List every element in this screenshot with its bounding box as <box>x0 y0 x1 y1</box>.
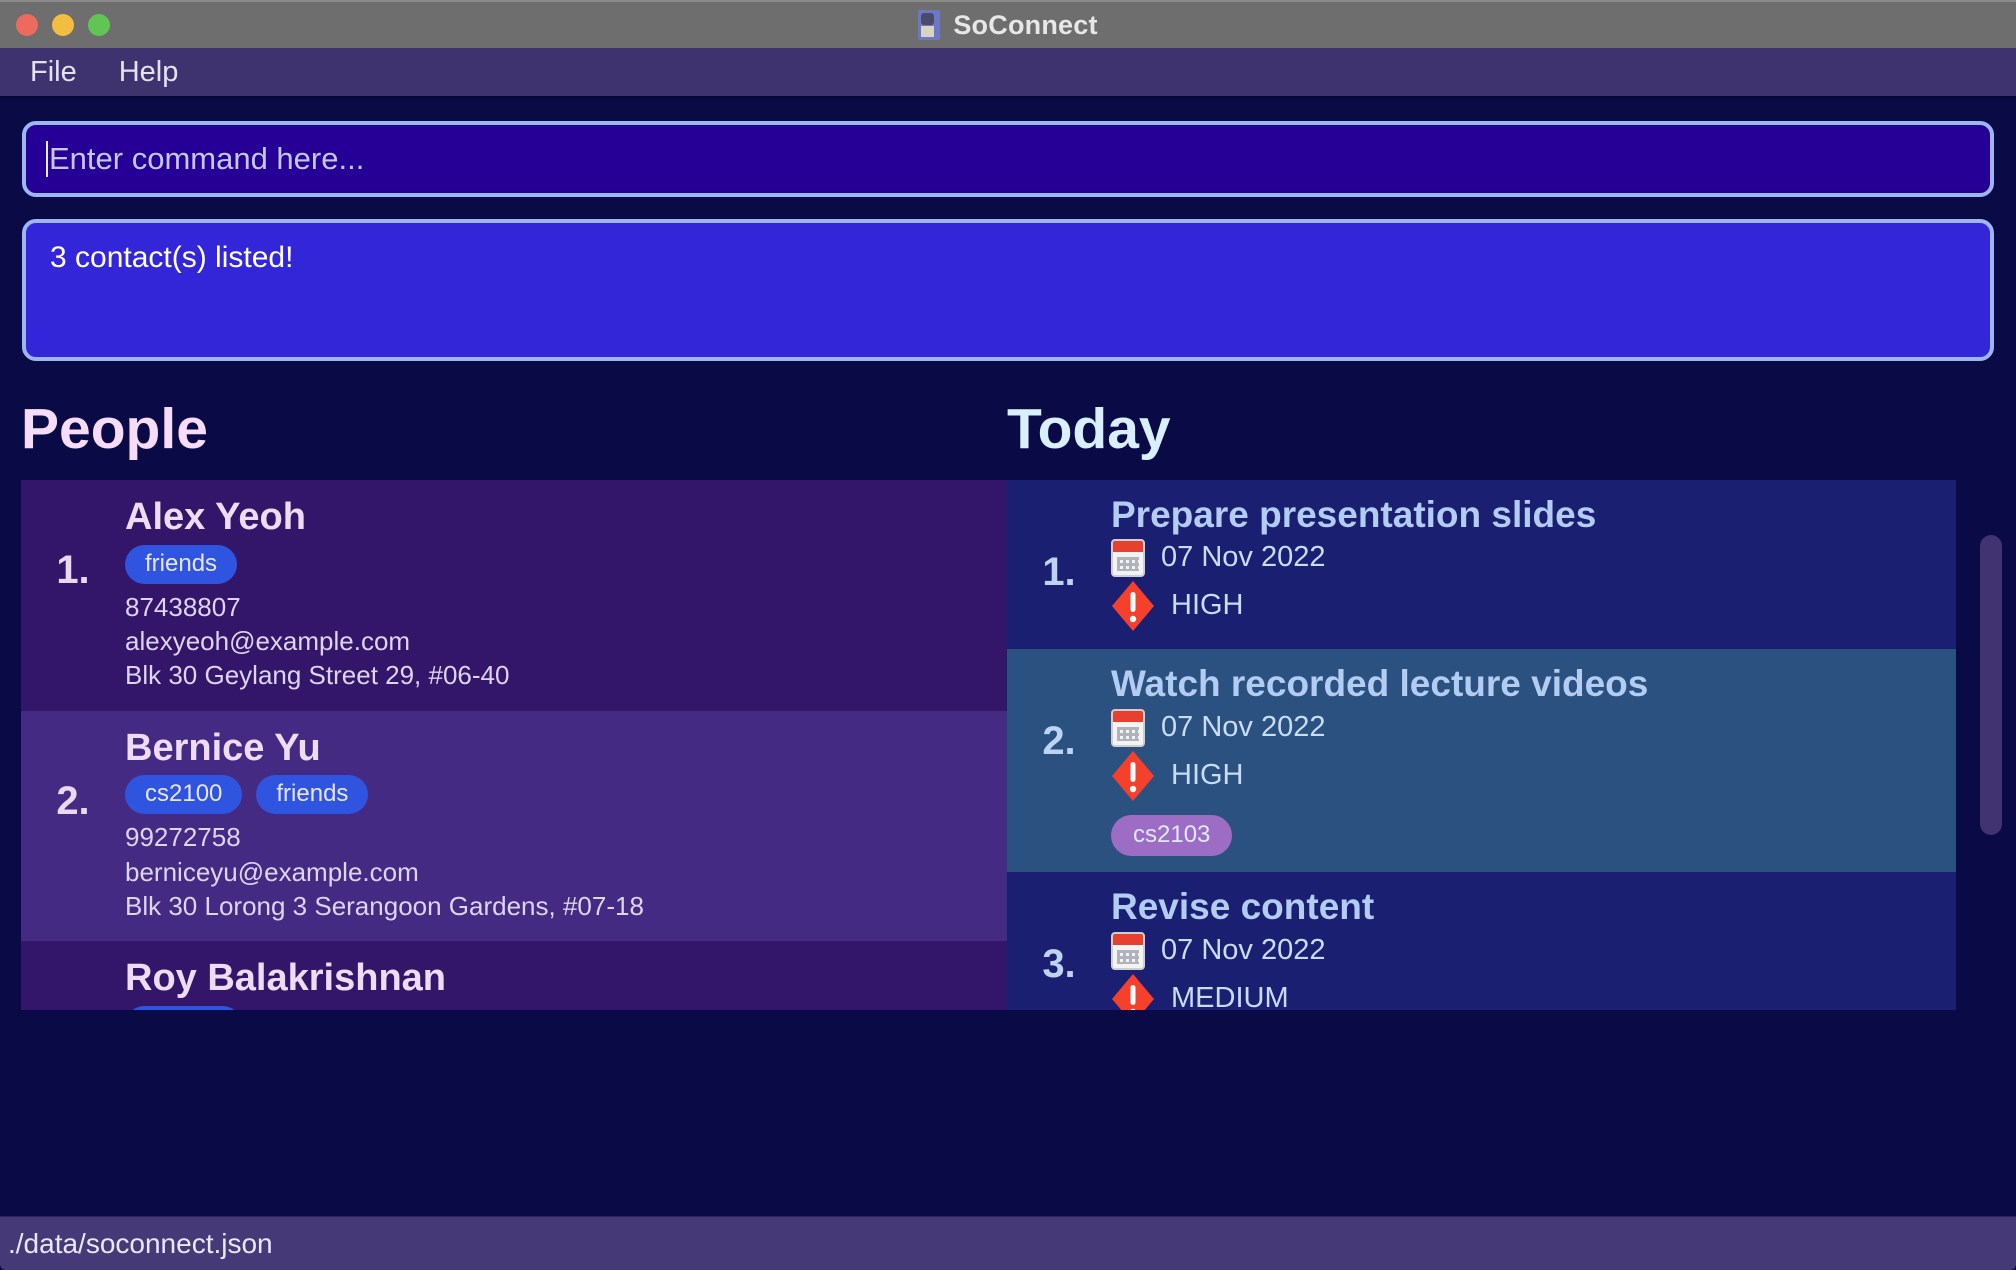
task-card[interactable]: 2. Watch recorded lecture videos 07 Nov … <box>1007 649 1956 873</box>
contact-tag[interactable]: friends <box>125 544 238 584</box>
contact-card[interactable]: 3. Roy Balakrishnan cs2100 92624417 royb… <box>21 941 1007 1010</box>
task-date-row: 07 Nov 2022 <box>1111 931 1936 970</box>
contact-tag[interactable]: cs2100 <box>125 1005 243 1010</box>
task-details: Watch recorded lecture videos 07 Nov 202… <box>1111 663 1956 857</box>
window-title-group: SoConnect <box>918 10 1097 41</box>
contact-tag-row: cs2100 friends <box>125 775 991 815</box>
contact-address: Blk 30 Geylang Street 29, #06-40 <box>125 660 510 691</box>
task-priority: HIGH <box>1171 589 1244 622</box>
contact-details: Bernice Yu cs2100 friends 99272758 berni… <box>125 727 1007 924</box>
contact-tag[interactable]: cs2100 <box>125 775 243 815</box>
address-book-icon <box>918 10 941 40</box>
today-heading: Today <box>1007 397 1171 461</box>
exclamation-icon <box>1111 749 1155 803</box>
contact-name: Bernice Yu <box>125 726 321 769</box>
scrollbar-thumb[interactable] <box>1980 535 2002 835</box>
contact-tag[interactable]: friends <box>256 775 369 815</box>
contact-phone: 99272758 <box>125 822 241 853</box>
people-list[interactable]: 1. Alex Yeoh friends 87438807 alexyeoh@e… <box>21 480 1007 1010</box>
exclamation-icon <box>1111 972 1155 1010</box>
contact-tag-row: friends <box>125 544 991 584</box>
task-priority: HIGH <box>1171 758 1244 791</box>
status-file-path: ./data/soconnect.json <box>8 1227 273 1259</box>
application-window: SoConnect File Help Enter command here..… <box>0 0 2016 1270</box>
minimize-button[interactable] <box>52 14 74 36</box>
task-title: Prepare presentation slides <box>1111 494 1597 535</box>
contact-tag-row: cs2100 <box>125 1005 991 1010</box>
menu-item-file[interactable]: File <box>30 56 77 89</box>
status-bar: ./data/soconnect.json <box>0 1216 2016 1270</box>
maximize-button[interactable] <box>88 14 110 36</box>
panels-container: People 1. Alex Yeoh friends 87438807 ale… <box>0 401 2016 1061</box>
contact-phone: 87438807 <box>125 591 241 622</box>
calendar-icon <box>1111 539 1145 578</box>
result-display-box: 3 contact(s) listed! <box>22 219 1994 361</box>
title-bar: SoConnect <box>0 0 2016 48</box>
contact-index: 1. <box>56 548 90 592</box>
main-content: Enter command here... 3 contact(s) liste… <box>0 121 2016 1239</box>
menu-bar: File Help <box>0 48 2016 98</box>
people-panel: People 1. Alex Yeoh friends 87438807 ale… <box>0 401 1007 1061</box>
calendar-icon <box>1111 931 1145 970</box>
task-details: Revise content 07 Nov 2022 MEDIUM <box>1111 886 1956 1010</box>
task-card[interactable]: 3. Revise content 07 Nov 2022 MEDIUM <box>1007 872 1956 1010</box>
result-message: 3 contact(s) listed! <box>50 241 294 274</box>
task-priority: MEDIUM <box>1171 981 1289 1010</box>
calendar-icon <box>1111 708 1145 747</box>
contact-index: 3. <box>21 957 125 1010</box>
text-caret <box>46 141 48 177</box>
task-date: 07 Nov 2022 <box>1161 933 1326 966</box>
window-title: SoConnect <box>953 9 1098 40</box>
task-title: Watch recorded lecture videos <box>1111 663 1649 705</box>
task-priority-row: HIGH <box>1111 749 1936 803</box>
task-title: Revise content <box>1111 886 1375 928</box>
task-details: Prepare presentation slides 07 Nov 2022 … <box>1111 494 1956 633</box>
task-date: 07 Nov 2022 <box>1161 541 1326 574</box>
today-panel: Today 1. Prepare presentation slides 07 … <box>1007 401 2016 1061</box>
contact-card[interactable]: 2. Bernice Yu cs2100 friends 99272758 be… <box>21 710 1007 942</box>
today-scrollbar[interactable] <box>1980 521 2002 1051</box>
task-priority-row: MEDIUM <box>1111 972 1936 1010</box>
contact-details: Alex Yeoh friends 87438807 alexyeoh@exam… <box>125 496 1007 693</box>
contact-email: berniceyu@example.com <box>125 856 419 887</box>
close-button[interactable] <box>16 14 38 36</box>
people-heading: People <box>21 397 208 461</box>
task-date: 07 Nov 2022 <box>1161 710 1326 743</box>
today-task-list[interactable]: 1. Prepare presentation slides 07 Nov 20… <box>1007 480 1956 1010</box>
task-date-row: 07 Nov 2022 <box>1111 539 1936 578</box>
contact-name: Alex Yeoh <box>125 496 306 538</box>
task-index: 2. <box>1042 719 1076 764</box>
window-controls <box>16 2 110 48</box>
command-input-placeholder: Enter command here... <box>49 141 365 176</box>
task-tag[interactable]: cs2103 <box>1111 814 1233 857</box>
contact-email: alexyeoh@example.com <box>125 626 411 657</box>
contact-index: 2. <box>56 778 90 823</box>
task-tag-row: cs2103 <box>1111 814 1936 857</box>
contact-name: Roy Balakrishnan <box>125 957 446 1000</box>
contact-card[interactable]: 1. Alex Yeoh friends 87438807 alexyeoh@e… <box>21 480 1007 711</box>
command-input[interactable]: Enter command here... <box>22 121 1994 197</box>
exclamation-icon <box>1111 579 1155 633</box>
task-priority-row: HIGH <box>1111 579 1936 633</box>
task-index: 1. <box>1042 550 1076 594</box>
task-index: 3. <box>1042 942 1076 987</box>
menu-item-help[interactable]: Help <box>119 56 179 89</box>
contact-details: Roy Balakrishnan cs2100 92624417 royb@ex… <box>125 957 1007 1010</box>
contact-address: Blk 30 Lorong 3 Serangoon Gardens, #07-1… <box>125 891 644 922</box>
task-date-row: 07 Nov 2022 <box>1111 708 1936 747</box>
task-card[interactable]: 1. Prepare presentation slides 07 Nov 20… <box>1007 480 1956 650</box>
